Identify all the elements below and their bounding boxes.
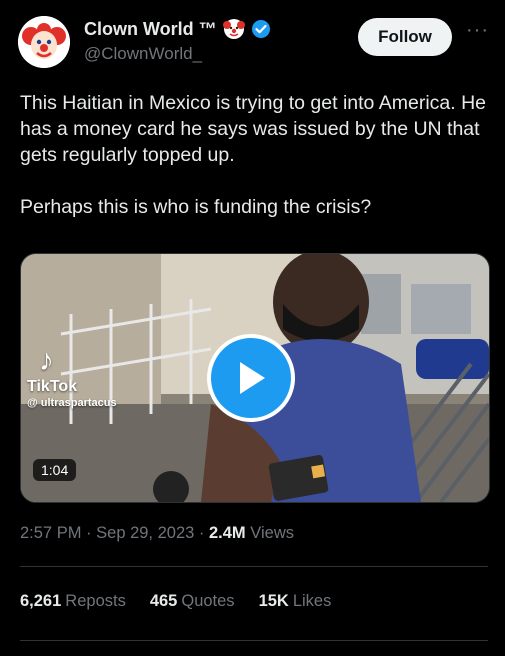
tiktok-watermark: ♪ TikTok @ ultraspartacus: [27, 344, 117, 410]
views-label: Views: [250, 524, 294, 542]
views-count: 2.4M: [209, 524, 246, 542]
engagement-stats: 6,261 Reposts 465 Quotes 15K Likes: [20, 592, 355, 611]
reposts-label: Reposts: [65, 592, 126, 610]
display-name[interactable]: Clown World ™: [84, 18, 271, 40]
video-player[interactable]: ♪ TikTok @ ultraspartacus 1:04: [20, 253, 490, 503]
meta-separator: ·: [86, 524, 92, 542]
play-button[interactable]: [207, 334, 295, 422]
more-options-icon[interactable]: ···: [466, 20, 492, 46]
likes-count: 15K: [258, 592, 289, 610]
user-handle[interactable]: @ClownWorld_: [84, 44, 202, 64]
quotes-count: 465: [149, 592, 178, 610]
likes-label: Likes: [292, 592, 332, 610]
tweet-text: This Haitian in Mexico is trying to get …: [20, 90, 490, 220]
reposts-count: 6,261: [20, 592, 62, 610]
tiktok-username: @ ultraspartacus: [27, 397, 117, 409]
tiktok-brand: TikTok: [27, 378, 78, 395]
reposts-stat[interactable]: 6,261 Reposts: [20, 592, 126, 611]
tweet-header: Clown World ™ @ClownWorld_ Follow ···: [0, 0, 505, 90]
avatar[interactable]: [18, 16, 70, 68]
clown-face-icon: [222, 19, 245, 39]
clown-avatar-icon: [18, 16, 70, 68]
divider: [20, 566, 488, 567]
tweet-paragraph-1: This Haitian in Mexico is trying to get …: [20, 92, 487, 166]
follow-button[interactable]: Follow: [358, 18, 452, 56]
tweet-paragraph-2: Perhaps this is who is funding the crisi…: [20, 196, 372, 218]
meta-separator: ·: [198, 524, 205, 542]
quotes-stat[interactable]: 465 Quotes: [150, 592, 235, 611]
play-icon: [240, 362, 265, 394]
display-name-text: Clown World ™: [84, 18, 217, 39]
likes-stat[interactable]: 15K Likes: [259, 592, 332, 611]
tiktok-logo-icon: ♪: [39, 344, 54, 377]
verified-badge-icon: [251, 20, 270, 38]
tweet-meta: 2:57 PM · Sep 29, 2023 · 2.4M Views: [20, 524, 294, 543]
tweet-date[interactable]: Sep 29, 2023: [96, 524, 194, 542]
divider: [20, 640, 488, 641]
tweet-time[interactable]: 2:57 PM: [20, 524, 81, 542]
video-duration: 1:04: [33, 459, 77, 481]
quotes-label: Quotes: [181, 592, 235, 610]
